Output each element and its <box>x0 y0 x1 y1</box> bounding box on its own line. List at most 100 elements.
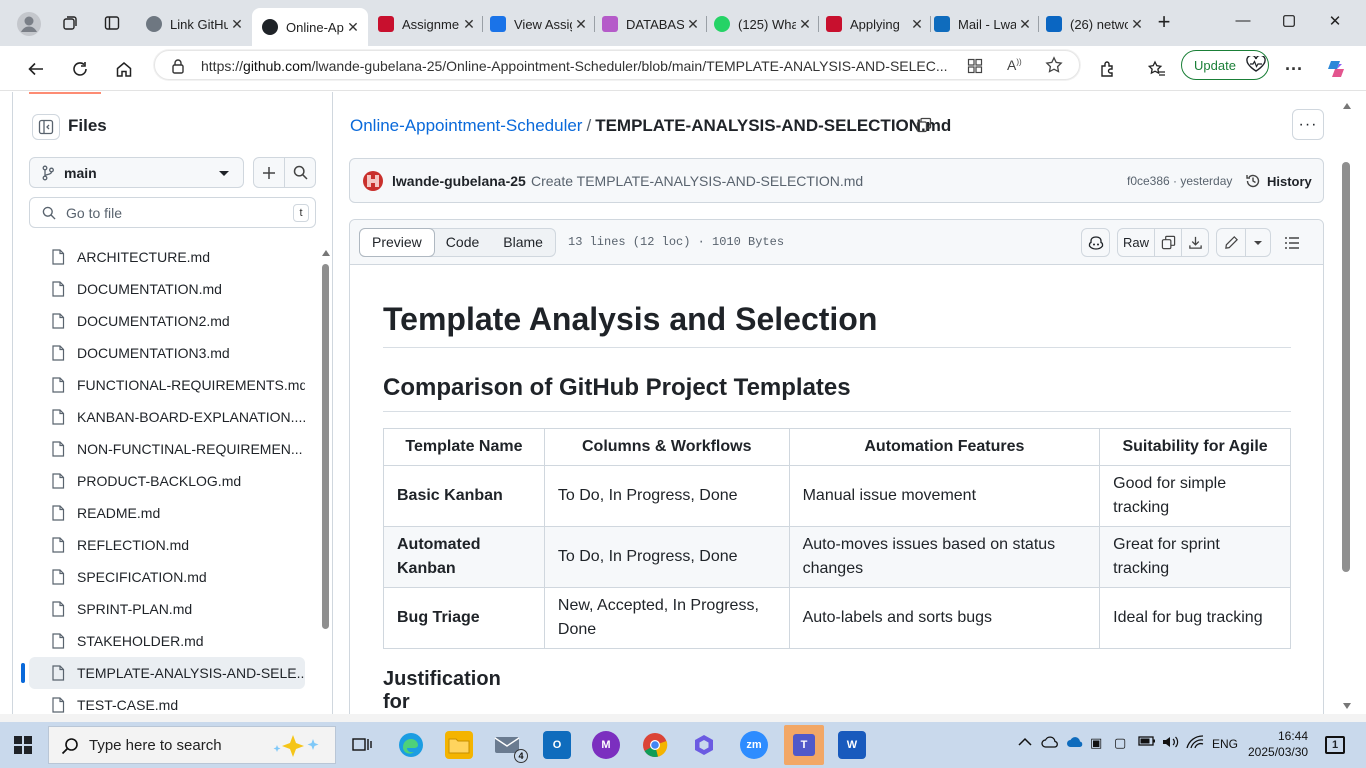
browser-tab[interactable]: Assignment✕ <box>368 8 484 40</box>
extensions-icon[interactable] <box>1096 57 1120 81</box>
meet-now-icon[interactable]: ▢ <box>1114 735 1126 751</box>
search-files-button[interactable] <box>284 157 316 188</box>
page-scrollbar[interactable] <box>1341 102 1353 714</box>
maximize-button[interactable] <box>1277 12 1301 32</box>
sidebar-scrollbar[interactable] <box>320 249 330 639</box>
cloud-icon[interactable] <box>1041 735 1059 752</box>
show-hidden-icons[interactable] <box>1018 735 1032 750</box>
copilot-app-icon[interactable] <box>690 731 718 759</box>
teams-icon[interactable]: T <box>784 725 824 765</box>
favorite-star-icon[interactable] <box>1045 56 1063 79</box>
windows-start-icon[interactable] <box>14 736 32 754</box>
browser-tab[interactable]: View Assignment✕ <box>480 8 596 40</box>
close-tab-icon[interactable]: ✕ <box>684 16 702 33</box>
file-tree-item[interactable]: README.md <box>29 497 305 529</box>
file-explorer-icon[interactable] <box>445 731 473 759</box>
minimize-button[interactable]: — <box>1231 12 1255 32</box>
microsoft365-icon[interactable]: M <box>592 731 620 759</box>
page-scroll-thumb[interactable] <box>1342 162 1350 572</box>
file-tree-item[interactable]: TEMPLATE-ANALYSIS-AND-SELE... <box>21 657 305 689</box>
browser-tab[interactable]: (26) network✕ <box>1036 8 1152 40</box>
close-tab-icon[interactable]: ✕ <box>1128 16 1146 33</box>
preview-tab[interactable]: Preview <box>359 228 435 257</box>
workspaces-icon[interactable] <box>62 15 78 31</box>
collapse-sidebar-icon[interactable] <box>32 114 60 140</box>
file-tree-item[interactable]: NON-FUNCTINAL-REQUIREMEN... <box>29 433 305 465</box>
more-options-button[interactable]: ··· <box>1292 109 1324 140</box>
task-view-icon[interactable] <box>348 731 376 759</box>
file-tree-item[interactable]: TEST-CASE.md <box>29 689 305 716</box>
word-icon[interactable]: W <box>838 731 866 759</box>
close-tab-icon[interactable]: ✕ <box>460 16 478 33</box>
close-tab-icon[interactable]: ✕ <box>344 19 362 36</box>
file-tree-item[interactable]: DOCUMENTATION3.md <box>29 337 305 369</box>
file-tree-item[interactable]: KANBAN-BOARD-EXPLANATION.... <box>29 401 305 433</box>
file-tree-item[interactable]: FUNCTIONAL-REQUIREMENTS.md <box>29 369 305 401</box>
home-icon[interactable] <box>112 57 136 81</box>
chrome-icon[interactable] <box>641 731 669 759</box>
wifi-icon[interactable] <box>1186 735 1204 752</box>
clock[interactable]: 16:44 2025/03/30 <box>1248 728 1308 760</box>
edit-dropdown-button[interactable] <box>1245 228 1271 257</box>
copy-raw-button[interactable] <box>1154 228 1182 257</box>
browser-tab[interactable]: DATABASE✕ <box>592 8 708 40</box>
profile-icon[interactable] <box>16 11 42 37</box>
close-tab-icon[interactable]: ✕ <box>228 16 246 33</box>
copilot-icon[interactable] <box>1324 57 1348 81</box>
edge-browser-icon[interactable] <box>397 731 425 759</box>
file-tree-item[interactable]: SPECIFICATION.md <box>29 561 305 593</box>
blame-tab[interactable]: Blame <box>491 229 555 256</box>
volume-icon[interactable] <box>1162 735 1180 752</box>
close-tab-icon[interactable]: ✕ <box>1016 16 1034 33</box>
mail-app-icon[interactable]: 4 <box>494 731 528 763</box>
zoom-icon[interactable]: zm <box>740 731 768 759</box>
go-to-file-input[interactable]: Go to file t <box>29 197 316 228</box>
back-icon[interactable] <box>24 57 48 81</box>
file-tree-item[interactable]: ARCHITECTURE.md <box>29 241 305 273</box>
avatar[interactable] <box>363 171 383 191</box>
onedrive-icon[interactable] <box>1066 735 1084 752</box>
edit-button[interactable] <box>1216 228 1246 257</box>
outline-button[interactable] <box>1278 228 1306 257</box>
raw-button[interactable]: Raw <box>1117 228 1155 257</box>
copy-path-icon[interactable] <box>916 117 932 138</box>
branch-selector[interactable]: main <box>29 157 244 188</box>
lock-icon[interactable] <box>171 58 185 79</box>
notification-center-icon[interactable]: 1 <box>1325 736 1345 754</box>
read-aloud-icon[interactable]: A)) <box>1007 57 1022 73</box>
update-button[interactable]: Update <box>1181 50 1269 80</box>
battery-icon[interactable] <box>1138 735 1156 750</box>
outlook-icon[interactable]: O <box>543 731 571 759</box>
close-tab-icon[interactable]: ✕ <box>572 16 590 33</box>
history-button[interactable]: History <box>1245 173 1312 189</box>
system-tray-icon[interactable]: ▣ <box>1090 735 1102 751</box>
app-available-icon[interactable] <box>967 58 983 79</box>
file-tree-item[interactable]: SPRINT-PLAN.md <box>29 593 305 625</box>
language-indicator[interactable]: ENG <box>1212 737 1238 751</box>
commit-message[interactable]: Create TEMPLATE-ANALYSIS-AND-SELECTION.m… <box>531 173 863 189</box>
copilot-chat-button[interactable] <box>1081 228 1110 257</box>
browser-tab[interactable]: Link GitHub✕ <box>136 8 252 40</box>
repo-link[interactable]: Online-Appointment-Scheduler <box>350 116 582 135</box>
file-tree-item[interactable]: DOCUMENTATION2.md <box>29 305 305 337</box>
close-window-button[interactable]: ✕ <box>1323 12 1347 32</box>
settings-more-icon[interactable]: ··· <box>1282 57 1306 81</box>
taskbar-search[interactable]: Type here to search <box>48 726 336 764</box>
file-tree-item[interactable]: PRODUCT-BACKLOG.md <box>29 465 305 497</box>
file-tree-item[interactable]: REFLECTION.md <box>29 529 305 561</box>
address-bar[interactable]: https://github.com/lwande-gubelana-25/On… <box>154 50 1080 80</box>
commit-author[interactable]: lwande-gubelana-25 <box>392 173 526 189</box>
close-tab-icon[interactable]: ✕ <box>796 16 814 33</box>
favorites-icon[interactable] <box>1145 57 1169 81</box>
tab-actions-icon[interactable] <box>104 15 120 31</box>
browser-tab[interactable]: Online-Appointment✕ <box>252 8 368 46</box>
sidebar-scroll-thumb[interactable] <box>322 264 329 629</box>
browser-tab[interactable]: Mail - Lwande✕ <box>924 8 1040 40</box>
browser-tab[interactable]: Applying ✕ <box>816 8 932 40</box>
file-tree-item[interactable]: DOCUMENTATION.md <box>29 273 305 305</box>
file-tree-item[interactable]: STAKEHOLDER.md <box>29 625 305 657</box>
refresh-icon[interactable] <box>68 57 92 81</box>
new-tab-button[interactable]: + <box>1152 10 1176 34</box>
code-tab[interactable]: Code <box>434 229 491 256</box>
commit-meta[interactable]: f0ce386 · yesterday <box>1127 174 1232 188</box>
